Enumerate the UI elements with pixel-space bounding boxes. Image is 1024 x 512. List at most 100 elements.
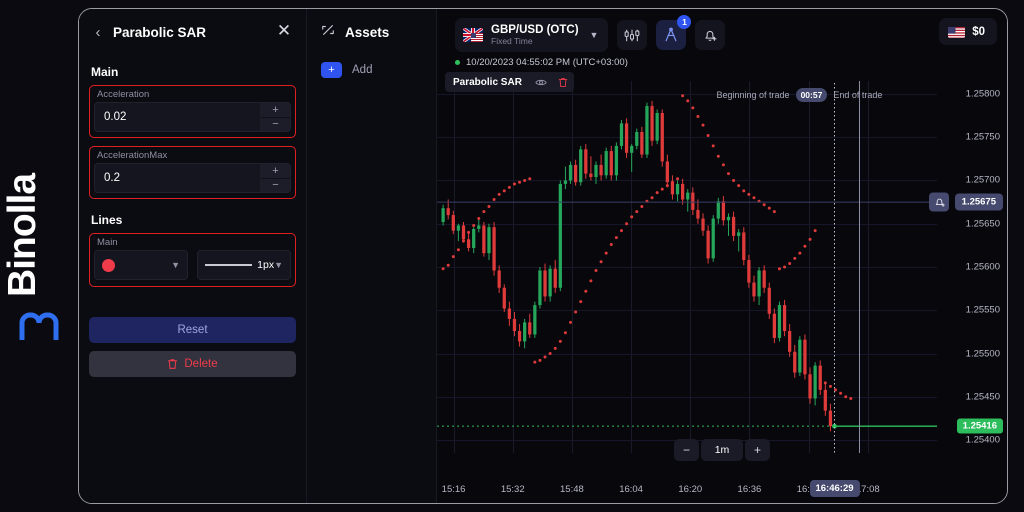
price-scale[interactable]: 1.25800 1.25750 1.25700 1.25650 1.25600 1.255…: [929, 81, 1007, 453]
acceleration-max-label: AccelerationMax: [97, 150, 168, 161]
lines-field-group: Main ▼ 1px ▼: [89, 233, 296, 287]
close-icon[interactable]: ✕: [274, 22, 294, 42]
acceleration-input[interactable]: 0.02: [95, 103, 260, 131]
symbol-text: GBP/USD (OTC) Fixed Time: [491, 24, 579, 47]
symbol-selector[interactable]: GBP/USD (OTC) Fixed Time ▼: [455, 18, 609, 52]
assets-panel: Assets + Add: [307, 9, 437, 503]
drawing-compass-icon: [665, 27, 677, 42]
assets-title: Assets: [345, 24, 390, 40]
symbol-name: GBP/USD (OTC): [491, 23, 579, 36]
trade-timer-badge: 00:57: [795, 88, 828, 102]
acceleration-increment-button[interactable]: +: [261, 103, 290, 118]
trade-annotation: Beginning of trade 00:57 End of trade: [717, 88, 883, 102]
chevron-left-icon[interactable]: ‹: [87, 21, 109, 43]
acceleration-max-decrement-button[interactable]: −: [261, 179, 290, 193]
plus-icon[interactable]: +: [321, 62, 342, 78]
chart-area: GBP/USD (OTC) Fixed Time ▼ 1 $0 10/20/20…: [437, 9, 1007, 503]
price-alert-button[interactable]: [695, 20, 726, 50]
acceleration-max-field-group: AccelerationMax 0.2 + −: [89, 146, 296, 199]
acceleration-field-group: Acceleration 0.02 + −: [89, 85, 296, 138]
acceleration-max-stepper: + −: [260, 164, 290, 192]
lines-section-label: Lines: [91, 213, 123, 227]
assets-header: Assets: [307, 9, 436, 55]
add-asset-label: Add: [352, 64, 373, 76]
chevron-down-icon: ▼: [274, 260, 283, 270]
drawing-tools-button[interactable]: 1: [656, 15, 692, 50]
trash-icon[interactable]: [552, 72, 574, 92]
acceleration-decrement-button[interactable]: −: [261, 118, 290, 132]
line-color-select[interactable]: ▼: [94, 250, 188, 280]
acceleration-max-input[interactable]: 0.2: [95, 164, 260, 192]
delete-button[interactable]: Delete: [89, 351, 296, 377]
binolla-m-logo-icon: [18, 308, 60, 342]
add-asset-row[interactable]: + Add: [307, 62, 436, 78]
line-width-label: 1px: [257, 259, 275, 271]
timeframe-control: − 1m +: [674, 439, 770, 461]
candlestick-settings-icon: [625, 29, 640, 41]
color-swatch-icon: [102, 258, 115, 272]
chart-timestamp: 10/20/2023 04:55:02 PM (UTC+03:00): [455, 57, 628, 68]
balance-value: $0: [972, 25, 985, 38]
delete-button-label: Delete: [184, 358, 218, 370]
time-scale[interactable]: 15:1615:3215:4816:0416:2016:3616:5217:08…: [437, 457, 937, 497]
price-tick-label: 1.25600: [965, 261, 1000, 273]
cursor-time-badge: 16:46:29: [809, 480, 860, 497]
symbol-subtitle: Fixed Time: [491, 36, 533, 47]
brand-name: Binolla: [1, 173, 44, 297]
reset-button[interactable]: Reset: [89, 317, 296, 343]
indicator-settings-panel: ‹ Parabolic SAR ✕ Main Acceleration 0.02…: [79, 9, 307, 503]
price-tick-label: 1.25800: [965, 88, 1000, 100]
timeframe-increase-button[interactable]: +: [745, 439, 770, 461]
time-tick-label: 16:36: [737, 484, 762, 495]
alarm-bell-add-icon: [705, 30, 717, 41]
time-tick-label: 15:16: [441, 484, 466, 495]
uk-us-flag-icon: [463, 28, 483, 42]
alarm-bell-add-icon[interactable]: [929, 192, 949, 212]
brand-strip: Binolla: [0, 0, 78, 512]
timeframe-decrease-button[interactable]: −: [674, 439, 699, 461]
current-price-badge: 1.25416: [956, 418, 1003, 434]
timeframe-value[interactable]: 1m: [701, 439, 743, 461]
timestamp-text: 10/20/2023 04:55:02 PM (UTC+03:00): [466, 57, 628, 68]
eye-icon[interactable]: [530, 72, 552, 92]
chart-type-settings-button[interactable]: [617, 20, 648, 50]
chevron-down-icon: ▼: [171, 260, 180, 270]
indicator-chip-label: Parabolic SAR: [453, 76, 522, 88]
balance-display[interactable]: $0: [939, 18, 997, 45]
acceleration-max-increment-button[interactable]: +: [261, 164, 290, 179]
alert-price-badge[interactable]: 1.25675: [954, 193, 1003, 211]
trash-icon: [167, 358, 178, 370]
us-flag-icon: [948, 26, 966, 38]
app-root: Binolla ‹ Parabolic SAR ✕ Main Accelerat…: [0, 0, 1024, 512]
main-section-label: Main: [91, 65, 119, 79]
time-tick-label: 15:48: [560, 484, 584, 495]
acceleration-stepper: + −: [260, 103, 290, 131]
assets-icon: [321, 23, 335, 42]
chevron-down-icon: ▼: [589, 30, 599, 40]
lines-main-label: Main: [97, 237, 118, 248]
time-tick-label: 16:20: [678, 484, 703, 495]
page-title: Parabolic SAR: [113, 24, 207, 40]
chart-toolbar: GBP/USD (OTC) Fixed Time ▼ 1: [455, 15, 726, 52]
line-width-select[interactable]: 1px ▼: [197, 250, 291, 280]
price-tick-label: 1.25450: [965, 391, 1000, 403]
candlestick-plot[interactable]: [437, 71, 937, 453]
time-tick-label: 16:04: [619, 484, 643, 495]
time-tick-label: 15:32: [500, 484, 525, 495]
acceleration-max-control: 0.2 + −: [94, 163, 291, 193]
indicator-chip: Parabolic SAR: [445, 72, 574, 92]
app-frame: ‹ Parabolic SAR ✕ Main Acceleration 0.02…: [78, 8, 1008, 504]
line-preview: 1px: [205, 259, 274, 271]
price-tick-label: 1.25650: [965, 218, 1000, 230]
price-tick-label: 1.25500: [965, 348, 1000, 359]
plot-svg: [437, 71, 937, 453]
price-tick-label: 1.25400: [965, 434, 1000, 446]
acceleration-label: Acceleration: [97, 89, 150, 100]
lines-row: ▼ 1px ▼: [94, 250, 291, 280]
settings-header: ‹ Parabolic SAR ✕: [79, 9, 306, 55]
end-of-trade-label: End of trade: [833, 90, 883, 100]
price-tick-label: 1.25750: [965, 131, 1000, 143]
drawing-tools-badge: 1: [677, 15, 692, 29]
price-tick-label: 1.25550: [965, 304, 1000, 316]
acceleration-control: 0.02 + −: [94, 102, 291, 132]
